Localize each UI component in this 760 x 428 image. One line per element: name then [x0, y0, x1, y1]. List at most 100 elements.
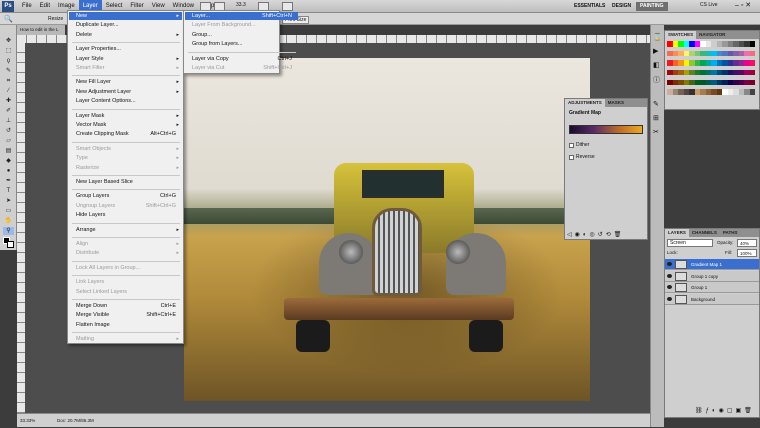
swatch[interactable]	[749, 41, 755, 47]
document-tab[interactable]: How to edit in the L	[17, 25, 65, 35]
menu-item-vector-mask[interactable]: Vector Mask ▸	[69, 121, 182, 129]
menu-item-merge-down[interactable]: Merge Down Ctrl+E	[69, 302, 182, 310]
layer-row[interactable]: Background	[665, 293, 759, 305]
workspace-painting[interactable]: PAINTING	[636, 2, 668, 11]
menu-item-hide-layers[interactable]: Hide Layers	[69, 211, 182, 219]
swatch-grid[interactable]	[667, 41, 755, 99]
window-controls[interactable]: – ▫ ✕	[735, 1, 751, 9]
tab-swatches[interactable]: SWATCHES	[665, 31, 697, 39]
menu-item-arrange[interactable]: Arrange ▸	[69, 226, 182, 234]
history-icon[interactable]: ⌛	[653, 33, 662, 41]
menu-item-new-layer-based-slice[interactable]: New Layer Based Slice	[69, 178, 182, 186]
tab-navigator[interactable]: NAVIGATOR	[696, 31, 728, 39]
swatch[interactable]	[749, 89, 755, 95]
zoom-tool-icon[interactable]: 🔍	[4, 15, 13, 23]
swatch[interactable]	[749, 60, 755, 66]
shape-tool-icon[interactable]: ▭	[3, 207, 14, 215]
menu-item-merge-visible[interactable]: Merge Visible Shift+Ctrl+E	[69, 311, 182, 319]
blur-tool-icon[interactable]: ◆	[3, 157, 14, 165]
menu-item-label: Layer Content Options...	[76, 98, 136, 105]
tab-channels[interactable]: CHANNELS	[689, 229, 720, 237]
gradient-preview[interactable]	[569, 125, 643, 134]
menu-edit[interactable]: Edit	[36, 0, 54, 13]
lasso-tool-icon[interactable]: ϙ	[3, 57, 14, 65]
menu-item-layer-mask[interactable]: Layer Mask ▸	[69, 112, 182, 120]
screen-mode-icon[interactable]	[282, 2, 293, 11]
gradient-tool-icon[interactable]: ▤	[3, 147, 14, 155]
menu-item-group-from-layers[interactable]: Group from Layers...	[185, 40, 298, 48]
menu-item-new-adjustment-layer[interactable]: New Adjustment Layer ▸	[69, 88, 182, 96]
background-color-swatch[interactable]	[7, 241, 14, 248]
layers-footer-icons[interactable]: ⛓ƒ◐◉▢▣🗑	[695, 407, 755, 414]
stamp-tool-icon[interactable]: ⊥	[3, 117, 14, 125]
brush-tool-icon[interactable]: ✐	[3, 107, 14, 115]
menu-item-layer[interactable]: Layer... Shift+Ctrl+N	[185, 12, 298, 20]
visibility-eye-icon[interactable]	[667, 262, 672, 266]
history-brush-tool-icon[interactable]: ↺	[3, 127, 14, 135]
resize-windows-checkbox[interactable]: Resize	[48, 16, 63, 22]
tab-layers[interactable]: LAYERS	[665, 229, 689, 237]
menu-item-layer-via-copy[interactable]: Layer via Copy Ctrl+J	[185, 55, 298, 63]
eraser-tool-icon[interactable]: ▱	[3, 137, 14, 145]
workspace-design[interactable]: DESIGN	[608, 2, 635, 11]
menu-item-group-layers[interactable]: Group Layers Ctrl+G	[69, 192, 182, 200]
layer-row[interactable]: Gradient Map 1	[665, 259, 759, 270]
hand-tool-icon[interactable]: ✋	[3, 217, 14, 225]
zoom-level[interactable]: 33.3	[236, 2, 246, 8]
quick-select-tool-icon[interactable]: ✎	[3, 67, 14, 75]
document-image[interactable]	[184, 58, 590, 401]
opacity-field[interactable]: 40%	[737, 239, 757, 247]
photoshop-logo: Ps	[2, 1, 14, 12]
brushes-icon[interactable]: ✎	[653, 100, 659, 108]
menu-item-duplicate-layer[interactable]: Duplicate Layer...	[69, 21, 182, 29]
fill-field[interactable]: 100%	[737, 249, 757, 257]
tool-presets-icon[interactable]: ✂	[653, 128, 659, 136]
info-icon[interactable]: ⓘ	[653, 75, 660, 85]
menu-item-label: Merge Down	[76, 303, 108, 309]
pen-tool-icon[interactable]: ✒	[3, 177, 14, 185]
layer-row[interactable]: Group 1	[665, 282, 759, 293]
menu-item-delete[interactable]: Delete ▸	[69, 31, 182, 39]
zoom-tool-icon[interactable]: ⚲	[3, 227, 14, 235]
tab-paths[interactable]: PATHS	[720, 229, 741, 237]
reverse-checkbox[interactable]	[569, 155, 574, 160]
tab-adjustments[interactable]: ADJUSTMENTS	[565, 99, 605, 107]
dither-checkbox[interactable]	[569, 143, 574, 148]
swatch[interactable]	[749, 79, 755, 86]
actions-icon[interactable]: ▶	[653, 47, 658, 55]
blend-mode-select[interactable]: Screen	[667, 239, 713, 247]
swatch[interactable]	[749, 69, 755, 76]
menu-item-create-clipping-mask[interactable]: Create Clipping Mask Alt+Ctrl+G	[69, 130, 182, 138]
menu-item-layer-style[interactable]: Layer Style ▸	[69, 55, 182, 63]
visibility-eye-icon[interactable]	[667, 285, 672, 289]
menu-file[interactable]: File	[18, 0, 36, 13]
adjustment-footer-icons[interactable]: ◁◉◐◎↺⟲🗑	[567, 231, 645, 238]
workspace-essentials[interactable]: ESSENTIALS	[570, 2, 609, 11]
menu-item-group[interactable]: Group...	[185, 31, 298, 39]
menu-item-flatten-image[interactable]: Flatten Image	[69, 321, 182, 329]
marquee-tool-icon[interactable]: ⬚	[3, 47, 14, 55]
menu-separator	[72, 222, 180, 224]
menu-item-new-fill-layer[interactable]: New Fill Layer ▸	[69, 78, 182, 86]
layer-row[interactable]: Group 1 copy	[665, 270, 759, 282]
clone-source-icon[interactable]: ⊞	[653, 114, 659, 122]
eyedropper-tool-icon[interactable]: ⁄	[3, 87, 14, 95]
color-icon[interactable]: ◧	[653, 61, 660, 69]
visibility-eye-icon[interactable]	[667, 296, 672, 301]
move-tool-icon[interactable]: ✥	[3, 37, 14, 45]
menu-item-new[interactable]: New ▸	[69, 12, 182, 20]
dither-label: Dither	[576, 142, 590, 148]
menu-item-layer-content-options[interactable]: Layer Content Options...	[69, 97, 182, 105]
type-tool-icon[interactable]: T	[3, 187, 14, 195]
crop-tool-icon[interactable]: ⌗	[3, 77, 14, 85]
tab-masks[interactable]: MASKS	[605, 99, 627, 107]
visibility-eye-icon[interactable]	[667, 273, 672, 278]
menu-item-rasterize: Rasterize ▸	[69, 164, 182, 172]
status-zoom[interactable]: 33.33%	[20, 414, 35, 428]
dodge-tool-icon[interactable]: ●	[3, 167, 14, 175]
cs-live[interactable]: CS Live	[700, 2, 718, 8]
healing-tool-icon[interactable]: ✚	[3, 97, 14, 105]
path-select-tool-icon[interactable]: ➤	[3, 197, 14, 205]
swatch[interactable]	[749, 50, 755, 57]
menu-item-layer-properties[interactable]: Layer Properties...	[69, 45, 182, 53]
